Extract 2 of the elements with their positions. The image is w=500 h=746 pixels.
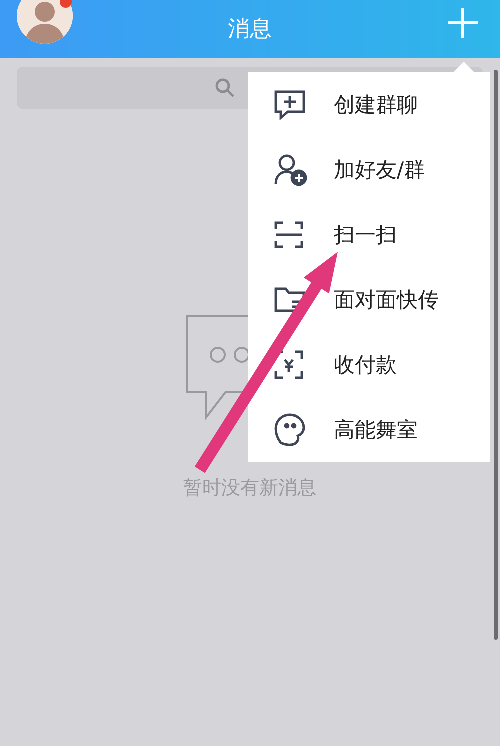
page-title: 消息 [228,16,272,44]
empty-message: 暂时没有新消息 [184,476,316,501]
